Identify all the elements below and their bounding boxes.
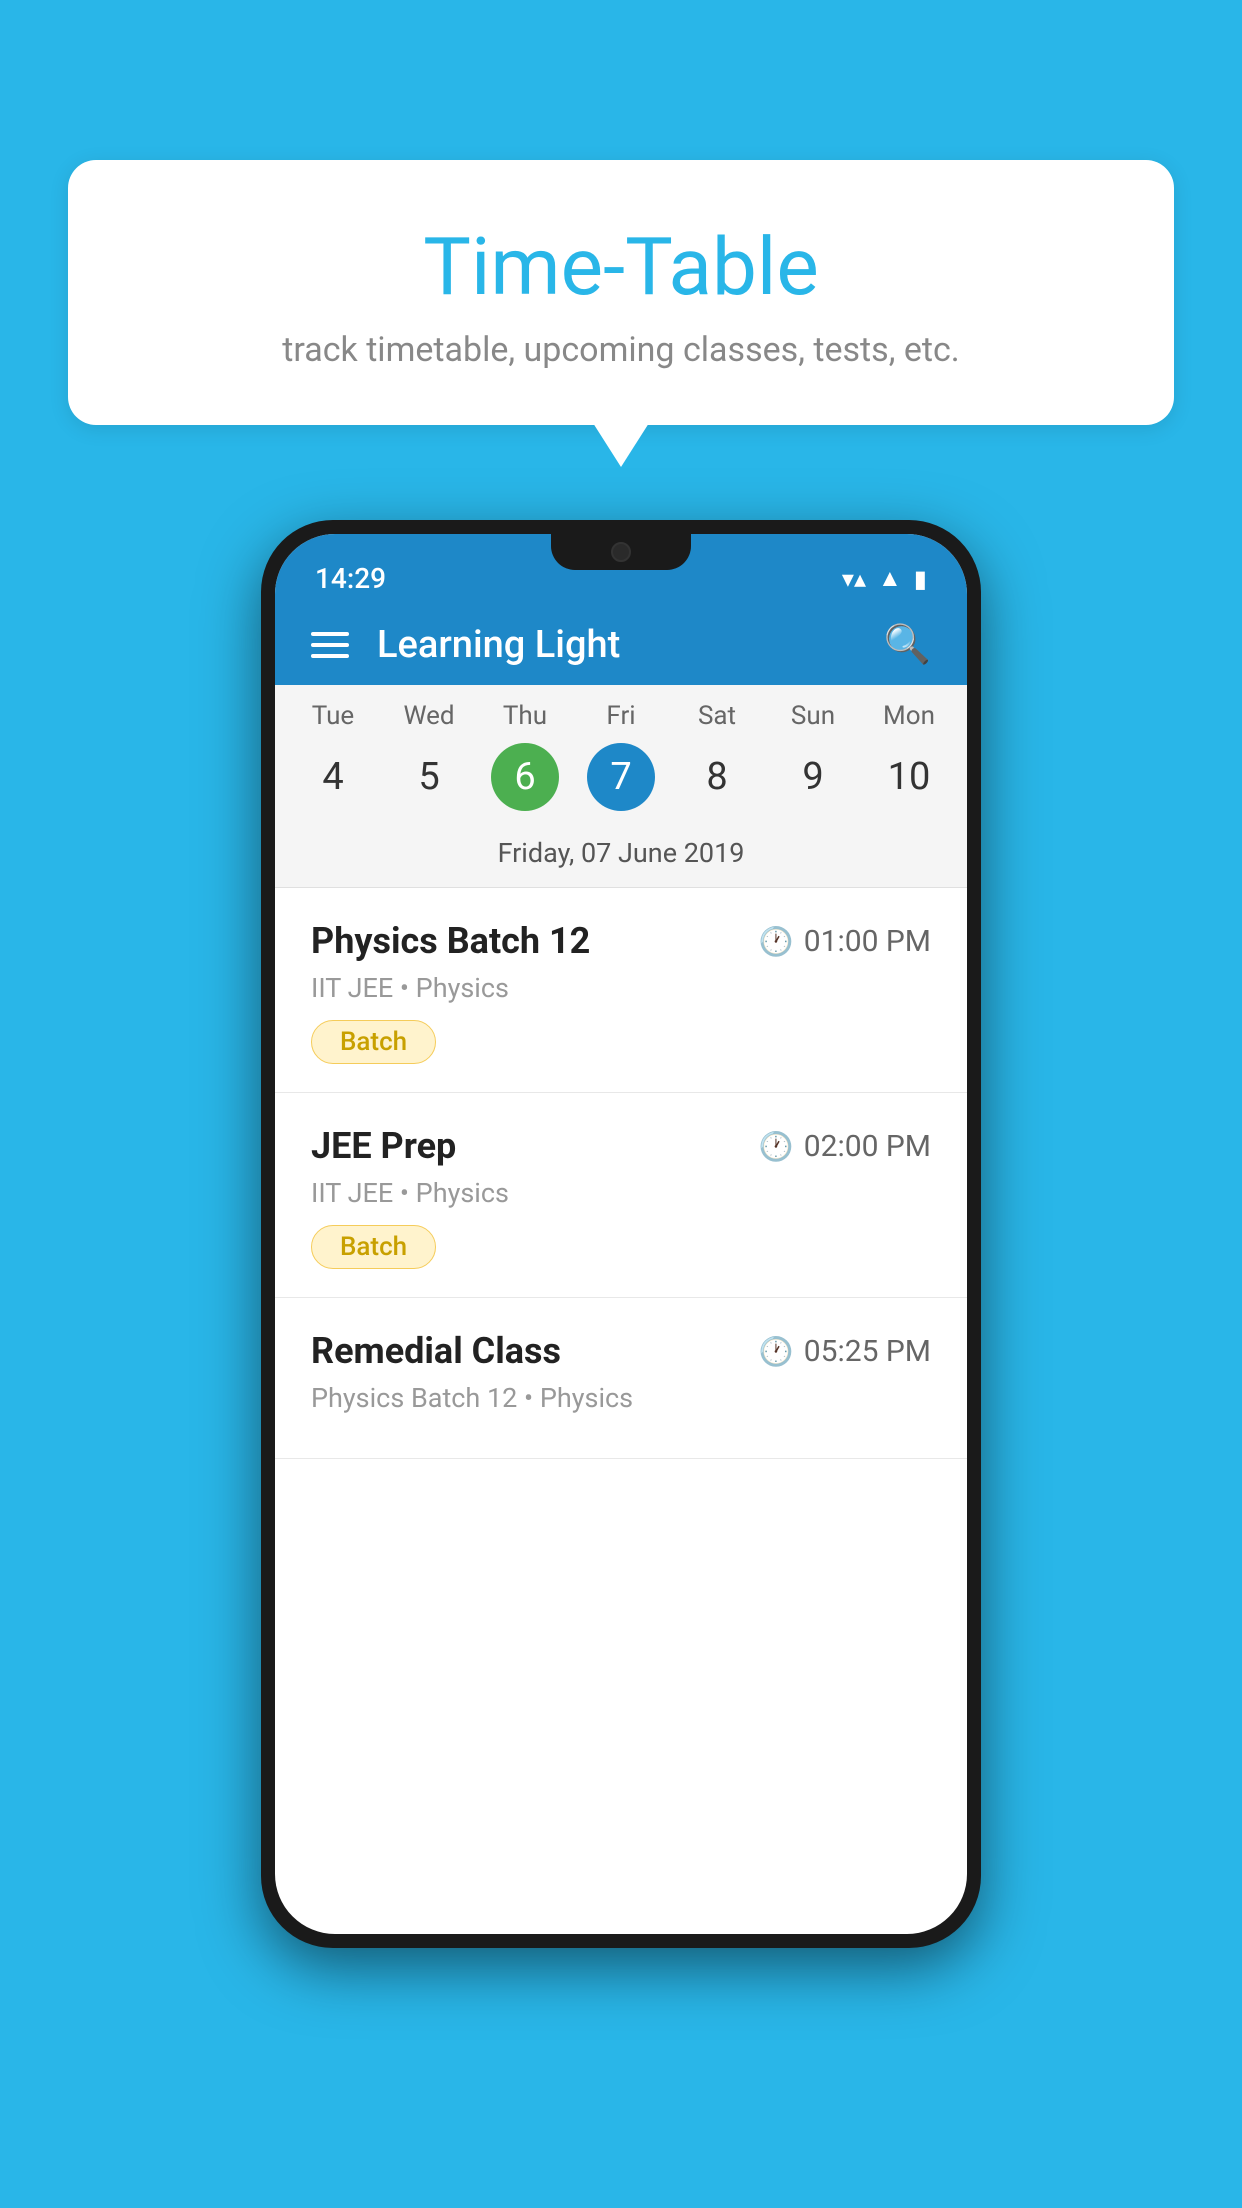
calendar-day-number[interactable]: 6	[491, 743, 559, 811]
clock-icon: 🕐	[759, 1335, 794, 1368]
status-icons: ▾▴ ▲ ▮	[842, 564, 927, 593]
schedule-item[interactable]: Physics Batch 12 🕐 01:00 PM IIT JEE • Ph…	[275, 888, 967, 1093]
schedule-item-time: 🕐 05:25 PM	[759, 1334, 931, 1369]
time-label: 05:25 PM	[804, 1334, 931, 1369]
speech-bubble: Time-Table track timetable, upcoming cla…	[68, 160, 1174, 425]
status-time: 14:29	[315, 562, 386, 595]
calendar-day-name: Sun	[765, 701, 861, 731]
calendar-day-number[interactable]: 4	[299, 743, 367, 811]
calendar-day-number[interactable]: 9	[779, 743, 847, 811]
phone-screen: 14:29 ▾▴ ▲ ▮ Learning Light 🔍	[275, 534, 967, 1934]
schedule-list: Physics Batch 12 🕐 01:00 PM IIT JEE • Ph…	[275, 888, 967, 1459]
app-bar: Learning Light 🔍	[275, 605, 967, 685]
batch-badge: Batch	[311, 1225, 436, 1269]
calendar-day-number[interactable]: 10	[875, 743, 943, 811]
wifi-icon: ▾▴	[842, 565, 866, 593]
search-icon[interactable]: 🔍	[884, 623, 931, 667]
signal-icon: ▲	[878, 564, 902, 593]
calendar-day-number[interactable]: 7	[587, 743, 655, 811]
hamburger-menu-icon[interactable]	[311, 632, 349, 658]
day-numbers-row: 456789 10	[275, 737, 967, 827]
calendar-day-name: Fri	[573, 701, 669, 731]
schedule-item-header: JEE Prep 🕐 02:00 PM	[311, 1125, 931, 1167]
calendar-day-name: Thu	[477, 701, 573, 731]
calendar-day-name: Wed	[381, 701, 477, 731]
app-title: Learning Light	[377, 623, 884, 667]
calendar-day-name: Mon	[861, 701, 957, 731]
schedule-item[interactable]: JEE Prep 🕐 02:00 PM IIT JEE • Physics Ba…	[275, 1093, 967, 1298]
schedule-item-time: 🕐 02:00 PM	[759, 1129, 931, 1164]
schedule-item-subtitle: Physics Batch 12 • Physics	[311, 1382, 931, 1414]
speech-bubble-container: Time-Table track timetable, upcoming cla…	[68, 160, 1174, 425]
batch-badge: Batch	[311, 1020, 436, 1064]
schedule-item-header: Remedial Class 🕐 05:25 PM	[311, 1330, 931, 1372]
phone-camera	[611, 542, 631, 562]
clock-icon: 🕐	[759, 1130, 794, 1163]
calendar-day-number[interactable]: 5	[395, 743, 463, 811]
schedule-item[interactable]: Remedial Class 🕐 05:25 PM Physics Batch …	[275, 1298, 967, 1459]
calendar-day-name: Tue	[285, 701, 381, 731]
calendar-strip: TueWedThuFriSatSunMon 456789 10 Friday, 0…	[275, 685, 967, 888]
time-label: 02:00 PM	[804, 1129, 931, 1164]
bubble-subtitle: track timetable, upcoming classes, tests…	[118, 330, 1124, 370]
calendar-day-number[interactable]: 8	[683, 743, 751, 811]
calendar-day-name: Sat	[669, 701, 765, 731]
schedule-item-header: Physics Batch 12 🕐 01:00 PM	[311, 920, 931, 962]
clock-icon: 🕐	[759, 925, 794, 958]
schedule-item-title: JEE Prep	[311, 1125, 456, 1167]
bubble-title: Time-Table	[118, 220, 1124, 314]
phone-mockup: 14:29 ▾▴ ▲ ▮ Learning Light 🔍	[261, 520, 981, 1948]
time-label: 01:00 PM	[804, 924, 931, 959]
phone-frame: 14:29 ▾▴ ▲ ▮ Learning Light 🔍	[261, 520, 981, 1948]
schedule-item-title: Physics Batch 12	[311, 920, 590, 962]
day-names-row: TueWedThuFriSatSunMon	[275, 685, 967, 737]
schedule-item-subtitle: IIT JEE • Physics	[311, 1177, 931, 1209]
schedule-item-title: Remedial Class	[311, 1330, 561, 1372]
battery-icon: ▮	[914, 565, 927, 593]
phone-notch	[551, 534, 691, 570]
schedule-item-time: 🕐 01:00 PM	[759, 924, 931, 959]
schedule-item-subtitle: IIT JEE • Physics	[311, 972, 931, 1004]
selected-date-label: Friday, 07 June 2019	[275, 827, 967, 887]
